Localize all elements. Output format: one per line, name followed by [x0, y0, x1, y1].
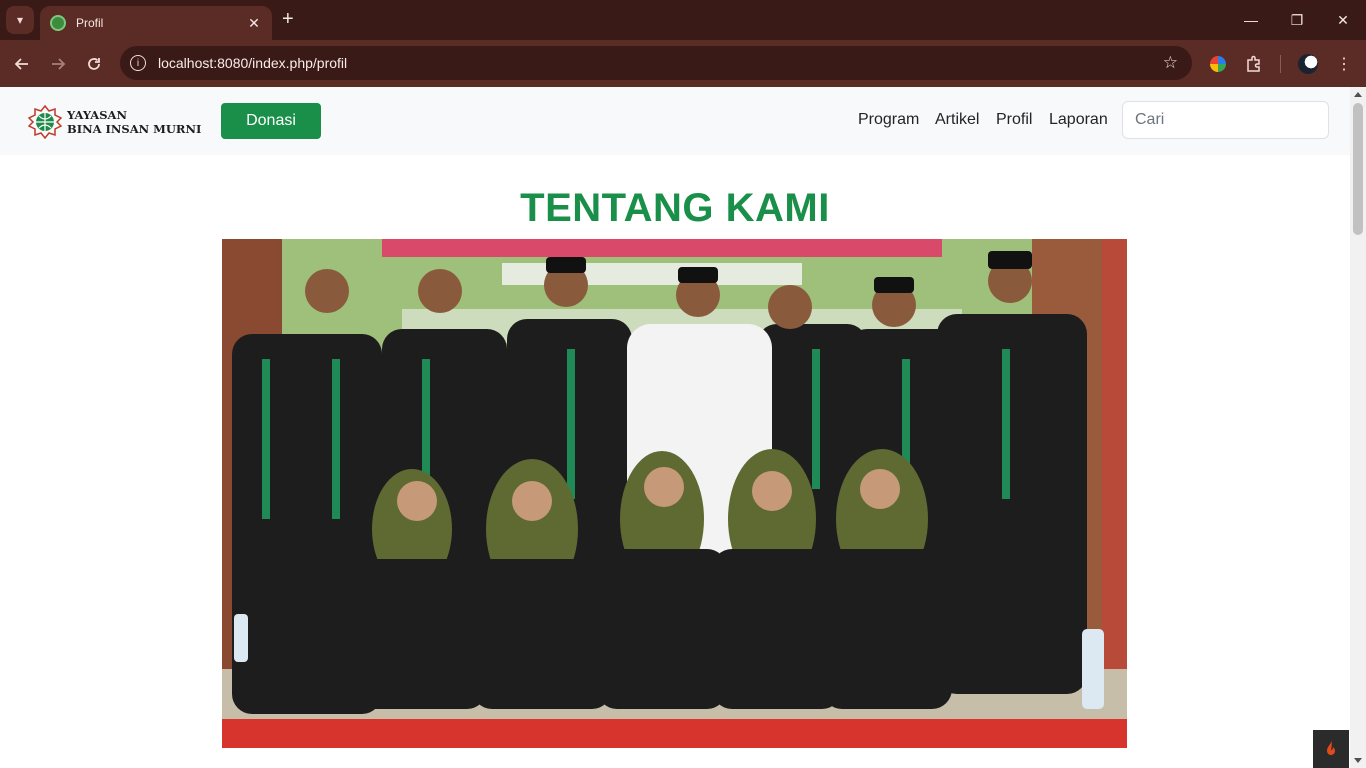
site-info-icon[interactable]: i [130, 55, 146, 71]
profile-avatar[interactable] [1296, 52, 1320, 76]
scroll-up-icon[interactable] [1354, 92, 1362, 97]
toolbar-divider [1280, 55, 1281, 73]
new-tab-button[interactable]: + [282, 9, 294, 29]
back-arrow-icon[interactable] [10, 52, 34, 76]
more-menu-icon[interactable]: ⋮ [1332, 52, 1356, 76]
group-photo-image [222, 239, 1127, 748]
nav-link-program[interactable]: Program [858, 111, 919, 129]
site-favicon-icon [50, 15, 66, 31]
restore-button[interactable]: ❐ [1274, 0, 1320, 40]
tab-close-icon[interactable]: ✕ [246, 15, 262, 32]
site-logo[interactable]: YAYASAN BINA INSAN MURNI [27, 104, 201, 140]
site-navbar: YAYASAN BINA INSAN MURNI Donasi Program … [0, 87, 1350, 155]
minimize-button[interactable]: — [1228, 0, 1274, 40]
extension-globe-icon[interactable] [1206, 52, 1230, 76]
forward-arrow-icon[interactable] [46, 52, 70, 76]
debug-toolbar-flame-icon[interactable] [1313, 730, 1349, 768]
tab-search-button[interactable]: ▾ [6, 6, 34, 34]
nav-link-laporan[interactable]: Laporan [1049, 111, 1108, 129]
nav-link-profil[interactable]: Profil [996, 111, 1032, 129]
url-text: localhost:8080/index.php/profil [158, 55, 348, 71]
logo-line-2: BINA INSAN MURNI [67, 122, 202, 136]
extensions-puzzle-icon[interactable] [1242, 52, 1266, 76]
donate-button[interactable]: Donasi [221, 103, 321, 139]
close-window-button[interactable]: ✕ [1320, 0, 1366, 40]
group-photo [222, 239, 1127, 748]
bookmark-star-icon[interactable]: ☆ [1163, 53, 1178, 73]
browser-tab[interactable]: Profil ✕ [40, 6, 272, 40]
page-title: TENTANG KAMI [520, 186, 830, 230]
scrollbar-thumb[interactable] [1353, 103, 1363, 235]
nav-link-artikel[interactable]: Artikel [935, 111, 979, 129]
yayasan-logo-icon [27, 104, 63, 140]
search-input[interactable] [1122, 101, 1329, 139]
browser-tab-strip: ▾ Profil ✕ + — ❐ ✕ [0, 0, 1366, 40]
scroll-down-icon[interactable] [1354, 758, 1362, 763]
reload-icon[interactable] [82, 52, 106, 76]
chevron-down-icon: ▾ [16, 13, 24, 27]
address-bar[interactable]: i localhost:8080/index.php/profil ☆ [120, 46, 1192, 80]
page-scrollbar[interactable] [1350, 87, 1366, 768]
logo-text: YAYASAN BINA INSAN MURNI [67, 108, 201, 136]
web-page: YAYASAN BINA INSAN MURNI Donasi Program … [0, 87, 1350, 768]
tab-title: Profil [76, 16, 104, 30]
logo-line-1: YAYASAN [67, 108, 127, 122]
